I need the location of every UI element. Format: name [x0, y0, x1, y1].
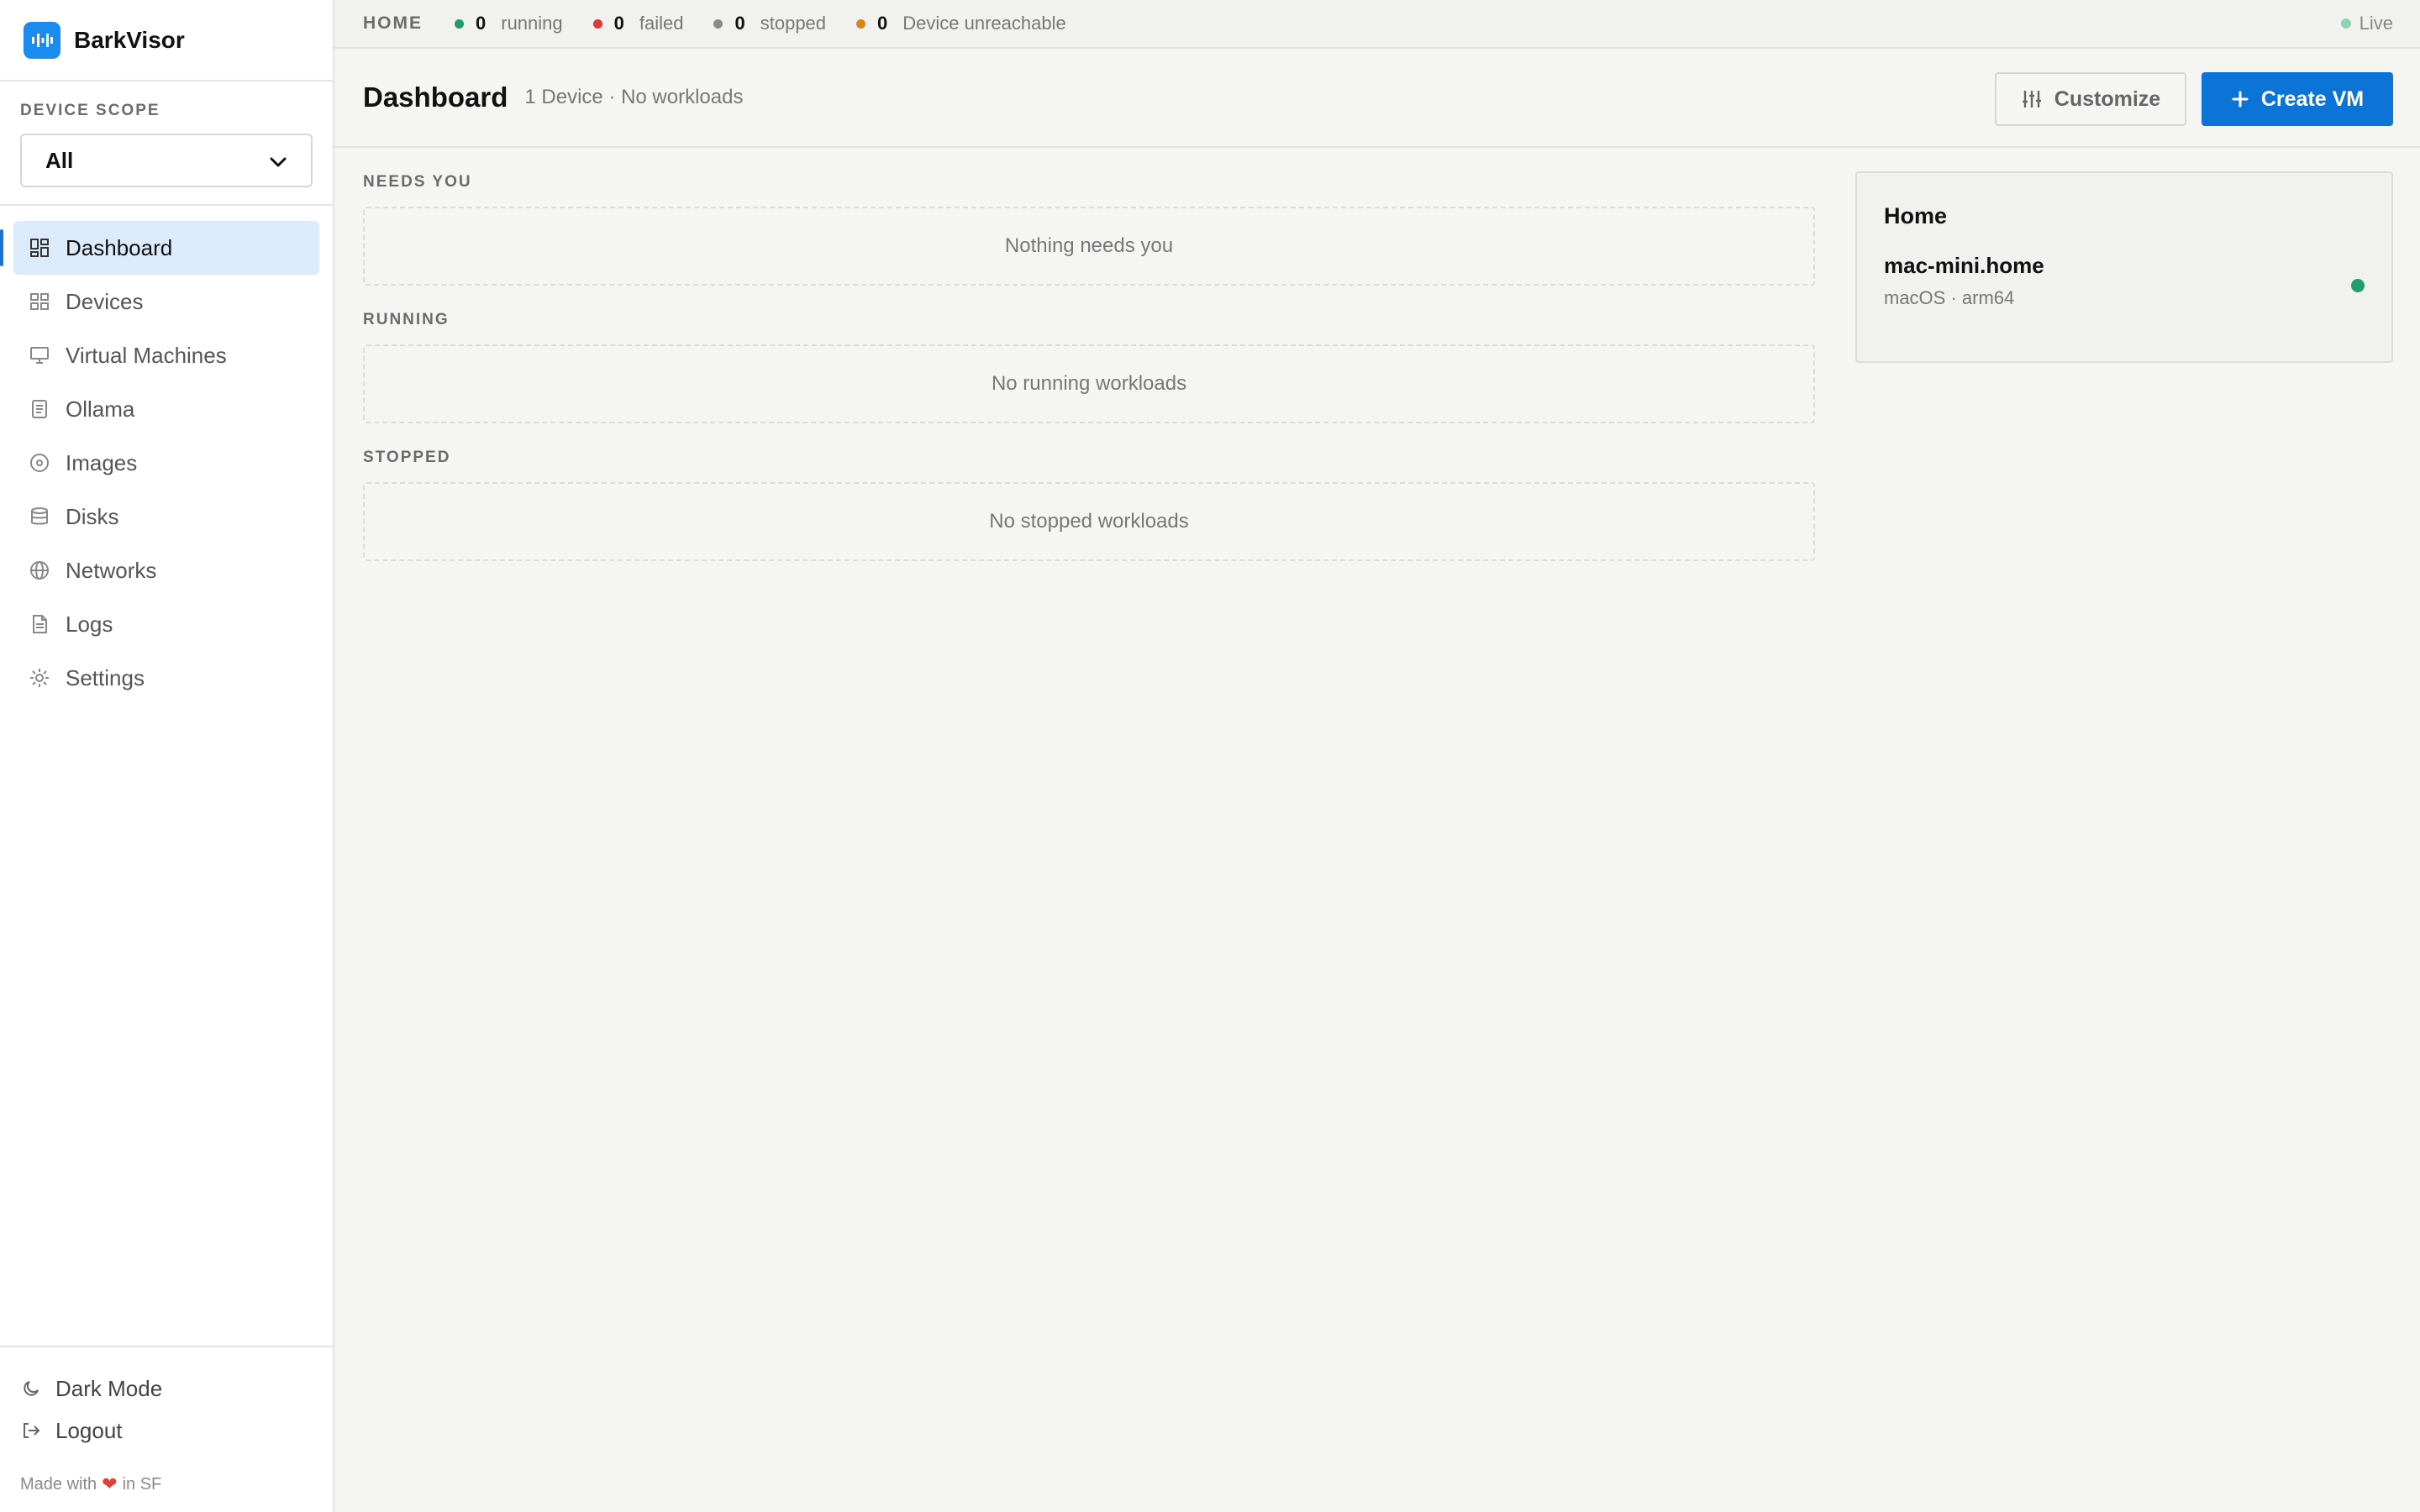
- device-scope-label: DEVICE SCOPE: [20, 102, 160, 119]
- devices-icon: [27, 289, 52, 314]
- made-with-suffix: in SF: [122, 1474, 162, 1494]
- plus-icon: [2231, 90, 2249, 108]
- sidebar: BarkVisor DEVICE SCOPE All Dashboard Dev…: [0, 0, 334, 1512]
- panel-title: Home: [1884, 203, 1948, 228]
- device-card[interactable]: mac-mini.home macOS · arm64: [1884, 253, 2365, 309]
- section-label: NEEDS YOU: [363, 173, 472, 191]
- sidebar-item-images[interactable]: Images: [13, 436, 319, 490]
- sidebar-item-virtual-machines[interactable]: Virtual Machines: [13, 328, 319, 382]
- file-icon: [27, 612, 52, 637]
- device-scope-select[interactable]: All: [20, 134, 313, 187]
- stat-unreachable[interactable]: 0 Device unreachable: [856, 13, 1066, 34]
- empty-state: Nothing needs you: [363, 207, 1815, 286]
- ollama-icon: [27, 396, 52, 422]
- device-scope-value: All: [45, 147, 74, 173]
- page-title: Dashboard: [363, 81, 508, 113]
- status-bar: HOME 0 running 0 failed 0 stopped 0 Devi…: [334, 0, 2420, 49]
- sidebar-item-label: Images: [66, 449, 138, 475]
- stat-label: Device unreachable: [902, 13, 1066, 34]
- page-subtitle: 1 Device · No workloads: [524, 86, 744, 108]
- live-label: Live: [2359, 13, 2393, 34]
- database-icon: [27, 504, 52, 529]
- live-indicator: Live: [2340, 0, 2393, 47]
- stat-stopped[interactable]: 0 stopped: [713, 13, 826, 34]
- sidebar-item-label: Virtual Machines: [66, 342, 227, 368]
- sidebar-item-devices[interactable]: Devices: [13, 275, 319, 328]
- stat-count: 0: [476, 13, 487, 34]
- device-status-dot: [2351, 279, 2365, 292]
- section-needs-you: NEEDS YOU Nothing needs you: [363, 173, 1815, 286]
- sidebar-item-label: Logs: [66, 611, 113, 637]
- page-header: Dashboard 1 Device · No workloads Custom…: [334, 49, 2420, 148]
- dark-mode-label: Dark Mode: [55, 1375, 163, 1401]
- sidebar-item-dashboard[interactable]: Dashboard: [0, 221, 319, 275]
- made-with-note: Made with ❤ in SF: [20, 1473, 313, 1495]
- monitor-icon: [27, 343, 52, 368]
- sidebar-item-settings[interactable]: Settings: [13, 651, 319, 705]
- status-dot: [455, 18, 464, 29]
- stat-label: stopped: [760, 13, 827, 34]
- section-running: RUNNING No running workloads: [363, 311, 1815, 423]
- stat-failed[interactable]: 0 failed: [592, 13, 684, 34]
- globe-icon: [27, 558, 52, 583]
- section-label: STOPPED: [363, 449, 451, 466]
- status-dot: [592, 18, 602, 29]
- device-meta: macOS · arm64: [1884, 287, 2015, 308]
- sidebar-item-label: Ollama: [66, 396, 135, 422]
- moon-icon: [20, 1378, 42, 1399]
- disc-icon: [27, 450, 52, 475]
- sidebar-item-label: Settings: [66, 664, 145, 690]
- empty-state: No stopped workloads: [363, 482, 1815, 561]
- stat-running[interactable]: 0 running: [455, 13, 563, 34]
- live-dot: [2340, 18, 2351, 29]
- sidebar-item-ollama[interactable]: Ollama: [13, 382, 319, 436]
- stat-label: running: [501, 13, 563, 34]
- logout-icon: [20, 1420, 42, 1441]
- sidebar-footer: Dark Mode Logout Made with ❤ in SF: [0, 1346, 333, 1512]
- heart-icon: ❤: [102, 1473, 118, 1494]
- status-dot: [856, 18, 866, 29]
- stat-count: 0: [613, 13, 624, 34]
- create-vm-label: Create VM: [2260, 87, 2365, 111]
- dashboard-icon: [27, 235, 52, 260]
- sidebar-item-label: Disks: [66, 503, 119, 529]
- customize-button[interactable]: Customize: [1995, 72, 2186, 126]
- sidebar-nav: Dashboard Devices Virtual Machines Ollam…: [0, 206, 333, 705]
- gear-icon: [27, 665, 52, 690]
- section-label: RUNNING: [363, 311, 450, 328]
- app-name: BarkVisor: [74, 26, 185, 53]
- status-dot: [713, 18, 723, 29]
- sidebar-item-label: Networks: [66, 557, 157, 583]
- device-panel: Home mac-mini.home macOS · arm64: [1855, 171, 2393, 363]
- stat-label: failed: [639, 13, 684, 34]
- sidebar-item-disks[interactable]: Disks: [13, 490, 319, 543]
- dark-mode-toggle[interactable]: Dark Mode: [20, 1368, 313, 1410]
- sidebar-item-label: Devices: [66, 288, 144, 314]
- device-scope: DEVICE SCOPE All: [0, 81, 333, 206]
- made-with-prefix: Made with: [20, 1474, 97, 1494]
- section-stopped: STOPPED No stopped workloads: [363, 449, 1815, 561]
- workload-sections: NEEDS YOU Nothing needs you RUNNING No r…: [363, 148, 1815, 561]
- create-vm-button[interactable]: Create VM: [2202, 72, 2393, 126]
- logout-label: Logout: [55, 1417, 123, 1443]
- stat-count: 0: [877, 13, 888, 34]
- stat-count: 0: [734, 13, 745, 34]
- breadcrumb: HOME: [363, 13, 423, 33]
- customize-label: Customize: [2054, 87, 2161, 111]
- barkvisor-logo-icon: [24, 21, 60, 59]
- sidebar-item-label: Dashboard: [66, 234, 173, 260]
- empty-state: No running workloads: [363, 344, 1815, 423]
- sliders-icon: [2021, 88, 2043, 110]
- device-name: mac-mini.home: [1884, 253, 2044, 278]
- chevron-down-icon: [269, 148, 287, 174]
- brand[interactable]: BarkVisor: [0, 0, 333, 81]
- sidebar-item-logs[interactable]: Logs: [13, 597, 319, 651]
- logout-button[interactable]: Logout: [20, 1410, 313, 1452]
- sidebar-item-networks[interactable]: Networks: [13, 543, 319, 597]
